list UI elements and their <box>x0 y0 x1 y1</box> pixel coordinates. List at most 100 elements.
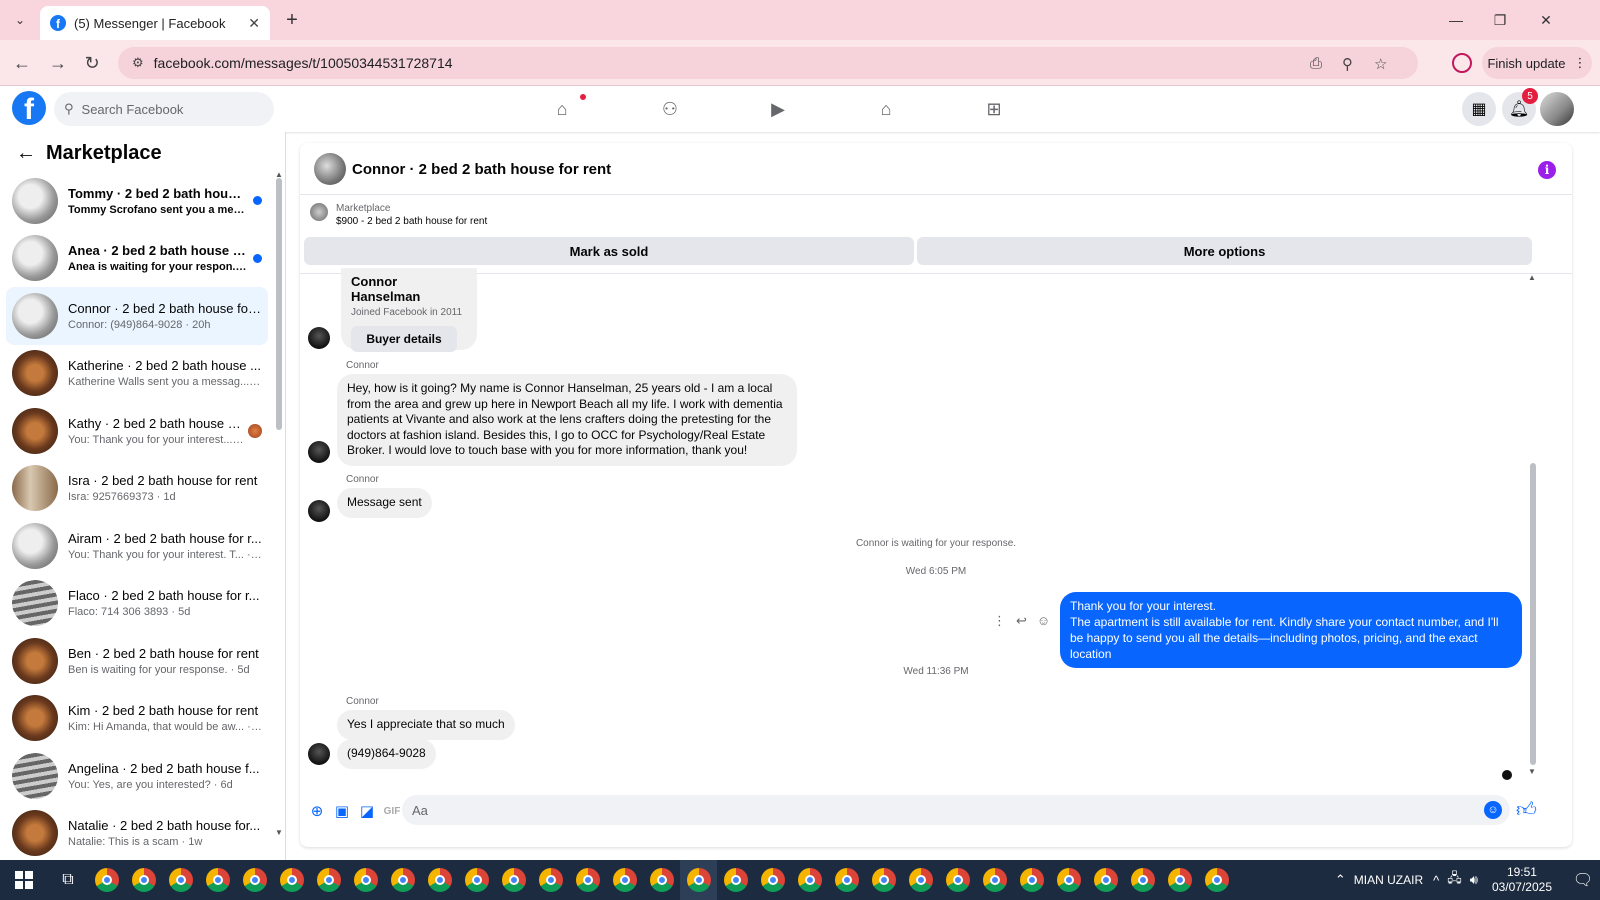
menu-grid-icon[interactable]: ▦ <box>1462 92 1496 126</box>
tab-search-icon[interactable]: ⌄ <box>8 8 32 32</box>
chrome-taskbar-icon[interactable] <box>1124 860 1161 900</box>
react-icon[interactable]: ☺ <box>1037 613 1050 629</box>
action-center-icon[interactable]: 🗨︎ <box>1566 860 1600 900</box>
window-close-icon[interactable]: ✕ <box>1534 8 1558 32</box>
restore-icon[interactable]: ❐ <box>1488 8 1512 32</box>
chat-scrollbar[interactable] <box>1530 463 1536 765</box>
sidebar-scrollbar[interactable] <box>276 178 282 430</box>
chrome-taskbar-icon[interactable] <box>939 860 976 900</box>
facebook-logo-icon[interactable]: f <box>12 91 46 125</box>
chrome-taskbar-icon[interactable] <box>421 860 458 900</box>
chrome-taskbar-icon[interactable] <box>532 860 569 900</box>
chrome-taskbar-icon[interactable] <box>1198 860 1235 900</box>
chrome-taskbar-icon[interactable] <box>606 860 643 900</box>
video-icon[interactable]: ▶ <box>766 97 790 121</box>
reply-icon[interactable]: ↩ <box>1016 613 1027 629</box>
chrome-taskbar-icon[interactable] <box>384 860 421 900</box>
add-icon[interactable]: ⊕ <box>306 800 328 822</box>
chrome-taskbar-icon[interactable] <box>273 860 310 900</box>
marketplace-icon[interactable]: ⌂ <box>874 97 898 121</box>
site-info-icon[interactable]: ⚙ <box>132 55 144 71</box>
friends-icon[interactable]: ⚇ <box>658 97 682 121</box>
message-bubble-intro[interactable]: Hey, how is it going? My name is Connor … <box>337 374 797 466</box>
emoji-icon[interactable]: ☺ <box>1484 801 1502 819</box>
conversation-item[interactable]: Kim · 2 bed 2 bath house for rent Kim: Hi… <box>6 690 268 748</box>
conversation-item[interactable]: Ben · 2 bed 2 bath house for rent Ben is … <box>6 632 268 690</box>
buyer-details-button[interactable]: Buyer details <box>351 326 457 352</box>
chrome-taskbar-icon[interactable] <box>458 860 495 900</box>
like-thumb-icon[interactable]: 👍︎ <box>1516 798 1537 822</box>
reload-icon[interactable]: ↻ <box>80 51 104 75</box>
chrome-taskbar-icon[interactable] <box>347 860 384 900</box>
chrome-taskbar-icon[interactable] <box>643 860 680 900</box>
browser-profile-icon[interactable] <box>1452 53 1472 73</box>
message-bubble-phone[interactable]: (949)864-9028 <box>337 739 436 769</box>
chrome-taskbar-icon[interactable] <box>902 860 939 900</box>
gif-icon[interactable]: GIF <box>381 800 403 822</box>
scroll-down-icon[interactable]: ▼ <box>275 828 283 837</box>
chrome-taskbar-icon[interactable] <box>791 860 828 900</box>
windows-start-icon[interactable] <box>0 860 48 900</box>
chrome-taskbar-icon[interactable] <box>199 860 236 900</box>
more-options-button[interactable]: More options <box>917 237 1532 265</box>
chrome-taskbar-icon[interactable] <box>1087 860 1124 900</box>
back-arrow-icon[interactable]: ← <box>16 142 36 165</box>
chrome-taskbar-icon[interactable] <box>717 860 754 900</box>
chrome-taskbar-icon[interactable] <box>1050 860 1087 900</box>
sender-avatar[interactable] <box>308 743 330 765</box>
zoom-icon[interactable]: ⚲ <box>1342 55 1353 73</box>
listing-summary[interactable]: Marketplace $900 - 2 bed 2 bath house fo… <box>310 203 487 227</box>
tray-up-icon[interactable]: ^ <box>1433 873 1439 888</box>
chrome-taskbar-icon[interactable] <box>236 860 273 900</box>
install-app-icon[interactable]: ⎙ <box>1310 55 1322 72</box>
chrome-taskbar-icon[interactable] <box>88 860 125 900</box>
photo-icon[interactable]: ▣ <box>331 800 353 822</box>
chrome-taskbar-icon[interactable] <box>828 860 865 900</box>
search-input[interactable]: ⚲ Search Facebook <box>54 92 274 126</box>
home-icon[interactable]: ⌂ <box>550 97 574 121</box>
chrome-taskbar-icon[interactable] <box>162 860 199 900</box>
chrome-taskbar-icon[interactable] <box>1013 860 1050 900</box>
conversation-item[interactable]: Katherine · 2 bed 2 bath house ... Kather… <box>6 345 268 403</box>
new-tab-icon[interactable]: + <box>280 8 304 32</box>
conversation-item[interactable]: Airam · 2 bed 2 bath house for r... You: … <box>6 517 268 575</box>
forward-icon[interactable]: → <box>46 51 70 75</box>
conversation-item[interactable]: Kathy · 2 bed 2 bath house fo... You: Tha… <box>6 402 268 460</box>
message-bubble-appreciate[interactable]: Yes I appreciate that so much <box>337 710 515 740</box>
conversation-item[interactable]: Flaco · 2 bed 2 bath house for r... Flaco… <box>6 575 268 633</box>
profile-avatar[interactable] <box>1540 92 1574 126</box>
mark-as-sold-button[interactable]: Mark as sold <box>304 237 914 265</box>
sender-avatar[interactable] <box>308 441 330 463</box>
finish-update-button[interactable]: Finish update ⋮ <box>1482 47 1592 79</box>
scroll-down-icon[interactable]: ▼ <box>1528 767 1536 776</box>
message-bubble-reply[interactable]: Thank you for your interest. The apartme… <box>1060 592 1522 668</box>
chrome-taskbar-icon[interactable] <box>125 860 162 900</box>
chrome-taskbar-icon[interactable] <box>865 860 902 900</box>
network-icon[interactable]: 🖧︎ <box>1447 869 1462 891</box>
volume-icon[interactable]: 🔊︎ <box>1470 872 1478 888</box>
chrome-taskbar-icon[interactable] <box>495 860 532 900</box>
info-icon[interactable]: i <box>1538 161 1556 179</box>
message-bubble-sent[interactable]: Message sent <box>337 488 432 518</box>
chat-avatar[interactable] <box>314 153 346 185</box>
tray-chevron-icon[interactable]: ⌃ <box>1335 872 1346 888</box>
clock[interactable]: 19:51 03/07/2025 <box>1492 865 1552 895</box>
conversation-item[interactable]: Anea · 2 bed 2 bath house for... Anea is … <box>6 230 268 288</box>
chrome-taskbar-icon[interactable] <box>976 860 1013 900</box>
scroll-up-icon[interactable]: ▲ <box>1528 273 1536 282</box>
chrome-taskbar-icon[interactable] <box>680 860 717 900</box>
conversation-item[interactable]: Angelina · 2 bed 2 bath house f... You: Y… <box>6 747 268 805</box>
conversation-item[interactable]: Isra · 2 bed 2 bath house for rent Isra: … <box>6 460 268 518</box>
gaming-icon[interactable]: ⊞ <box>982 97 1006 121</box>
minimize-icon[interactable]: — <box>1444 8 1468 32</box>
sender-avatar[interactable] <box>308 327 330 349</box>
sticker-icon[interactable]: ◪ <box>356 800 378 822</box>
conversation-item[interactable]: Connor · 2 bed 2 bath house for... Connor… <box>6 287 268 345</box>
chrome-taskbar-icon[interactable] <box>569 860 606 900</box>
chrome-taskbar-icon[interactable] <box>754 860 791 900</box>
conversation-item[interactable]: Natalie · 2 bed 2 bath house for... Natal… <box>6 805 268 861</box>
task-view-icon[interactable]: ⧉ <box>48 860 88 900</box>
message-input[interactable]: Aa <box>402 795 1510 825</box>
back-icon[interactable]: ← <box>10 51 34 75</box>
address-bar[interactable]: ⚙ facebook.com/messages/t/10050344531728… <box>118 47 1418 79</box>
